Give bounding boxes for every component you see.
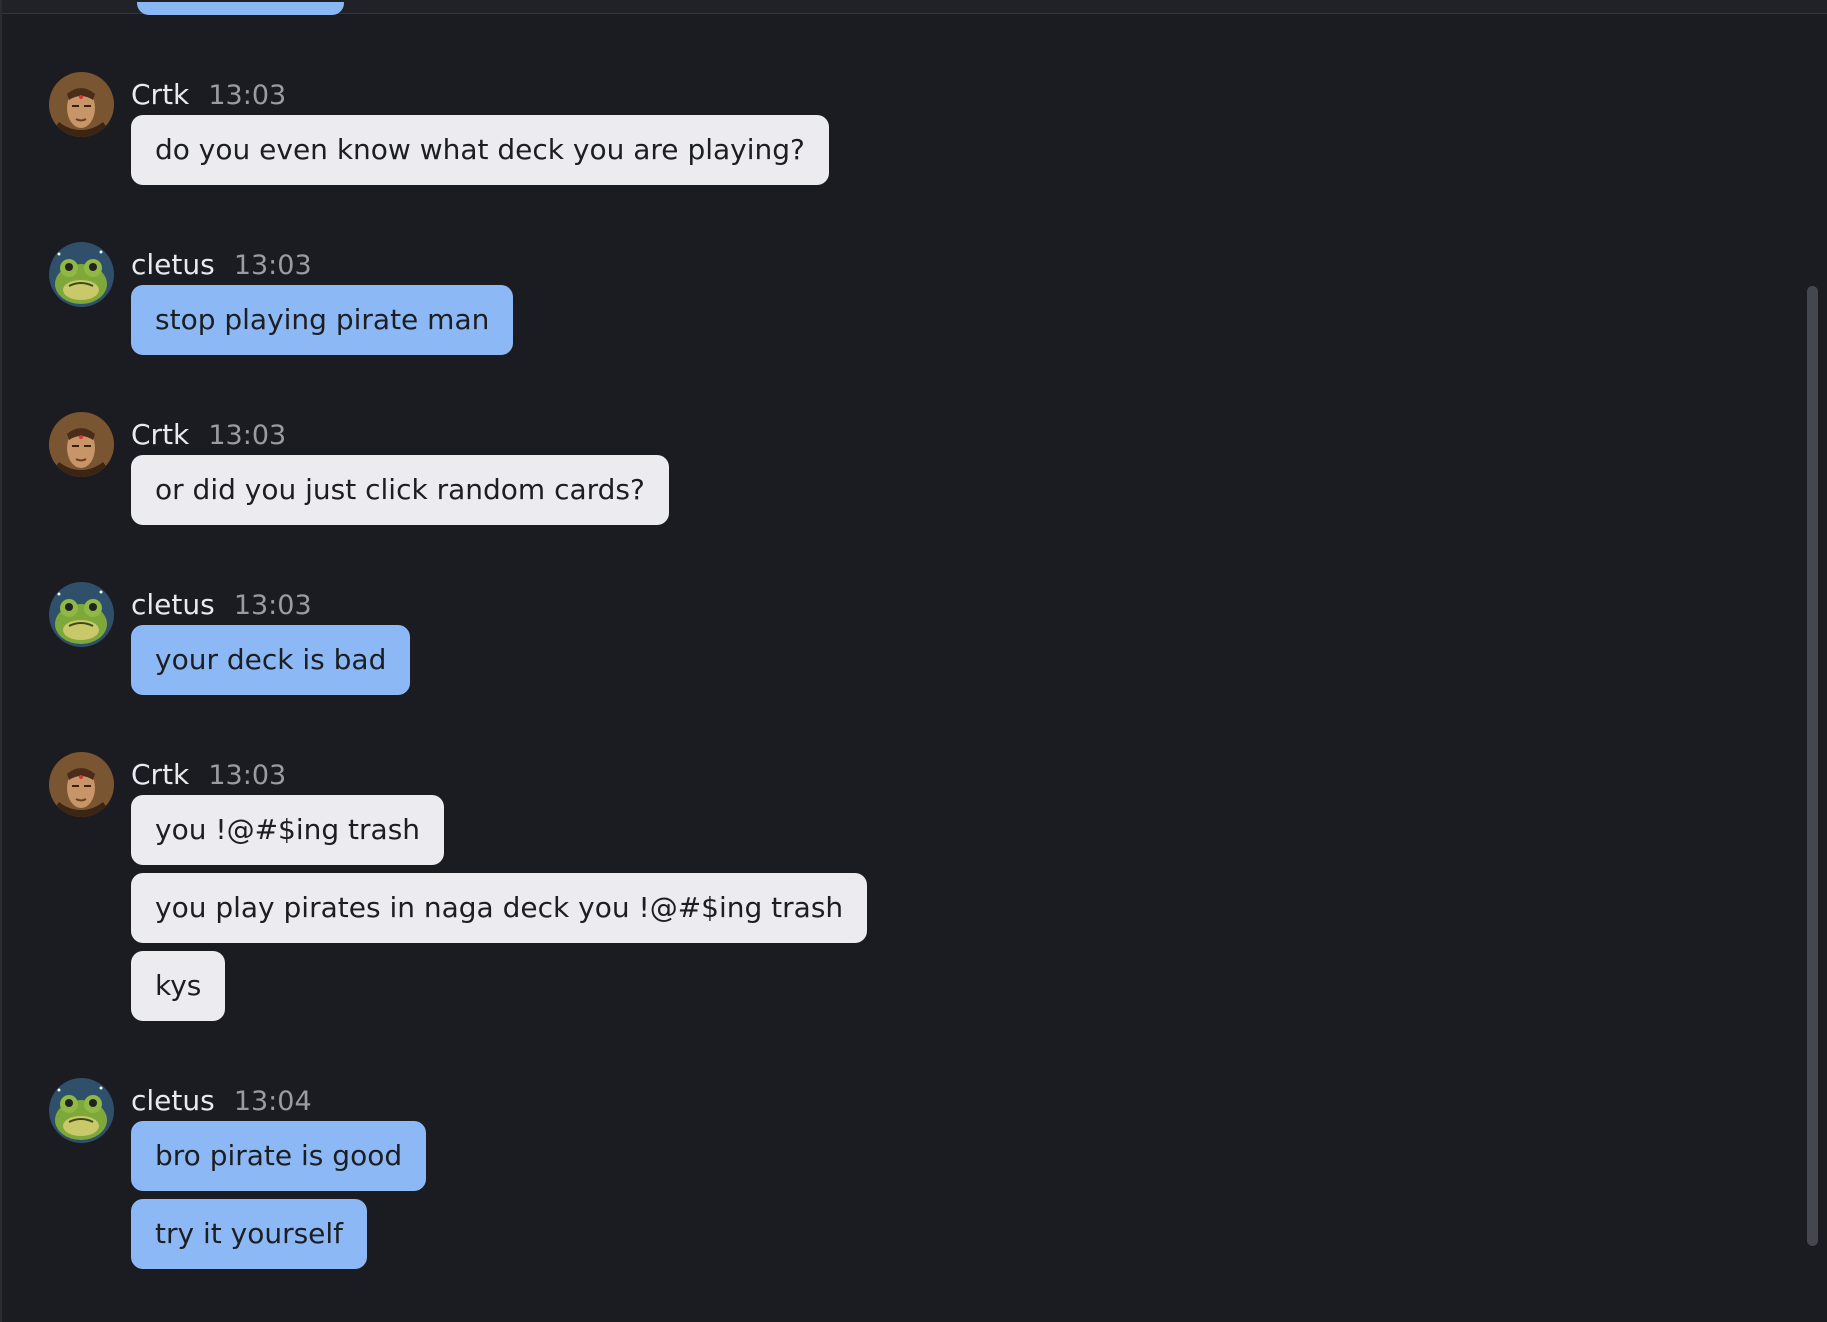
message-bubbles: you !@#$ing trash you play pirates in na… (131, 795, 868, 1029)
sender-name[interactable]: cletus (131, 588, 215, 621)
timestamp: 13:03 (233, 250, 312, 281)
sender-name[interactable]: Crtk (131, 418, 189, 451)
sender-name[interactable]: cletus (131, 248, 215, 281)
message-bubble[interactable]: or did you just click random cards? (131, 455, 669, 525)
message-list: Crtk 13:03 do you even know what deck yo… (0, 0, 1790, 1322)
sender-name[interactable]: cletus (131, 1084, 215, 1117)
timestamp: 13:03 (208, 420, 287, 451)
timestamp: 13:03 (233, 590, 312, 621)
timestamp: 13:03 (208, 80, 287, 111)
message-bubble[interactable]: try it yourself (131, 1199, 368, 1269)
scrollbar-thumb[interactable] (1807, 286, 1818, 1246)
message-meta: Crtk 13:03 (131, 757, 286, 793)
message-bubble[interactable]: you !@#$ing trash (131, 795, 445, 865)
warrior-avatar-icon[interactable] (49, 752, 114, 817)
chat-window: Crtk 13:03 do you even know what deck yo… (0, 0, 1827, 1322)
message-bubbles: your deck is bad (131, 625, 411, 703)
message-meta: Crtk 13:03 (131, 417, 286, 453)
frog-avatar-icon[interactable] (49, 582, 114, 647)
sender-name[interactable]: Crtk (131, 758, 189, 791)
message-bubble[interactable]: bro pirate is good (131, 1121, 427, 1191)
warrior-avatar-icon[interactable] (49, 412, 114, 477)
message-meta: cletus 13:03 (131, 247, 312, 283)
warrior-avatar-icon[interactable] (49, 72, 114, 137)
message-bubble[interactable]: you play pirates in naga deck you !@#$in… (131, 873, 868, 943)
message-bubble[interactable]: your deck is bad (131, 625, 411, 695)
message-bubble[interactable]: do you even know what deck you are playi… (131, 115, 829, 185)
message-bubbles: do you even know what deck you are playi… (131, 115, 829, 193)
message-bubbles: stop playing pirate man (131, 285, 514, 363)
frog-avatar-icon[interactable] (49, 242, 114, 307)
message-bubbles: bro pirate is good try it yourself (131, 1121, 427, 1277)
message-bubble[interactable]: kys (131, 951, 226, 1021)
timestamp: 13:04 (233, 1086, 312, 1117)
message-meta: cletus 13:03 (131, 587, 312, 623)
timestamp: 13:03 (208, 760, 287, 791)
message-bubbles: or did you just click random cards? (131, 455, 669, 533)
message-meta: cletus 13:04 (131, 1083, 312, 1119)
message-meta: Crtk 13:03 (131, 77, 286, 113)
message-bubble[interactable]: stop playing pirate man (131, 285, 514, 355)
frog-avatar-icon[interactable] (49, 1078, 114, 1143)
sender-name[interactable]: Crtk (131, 78, 189, 111)
